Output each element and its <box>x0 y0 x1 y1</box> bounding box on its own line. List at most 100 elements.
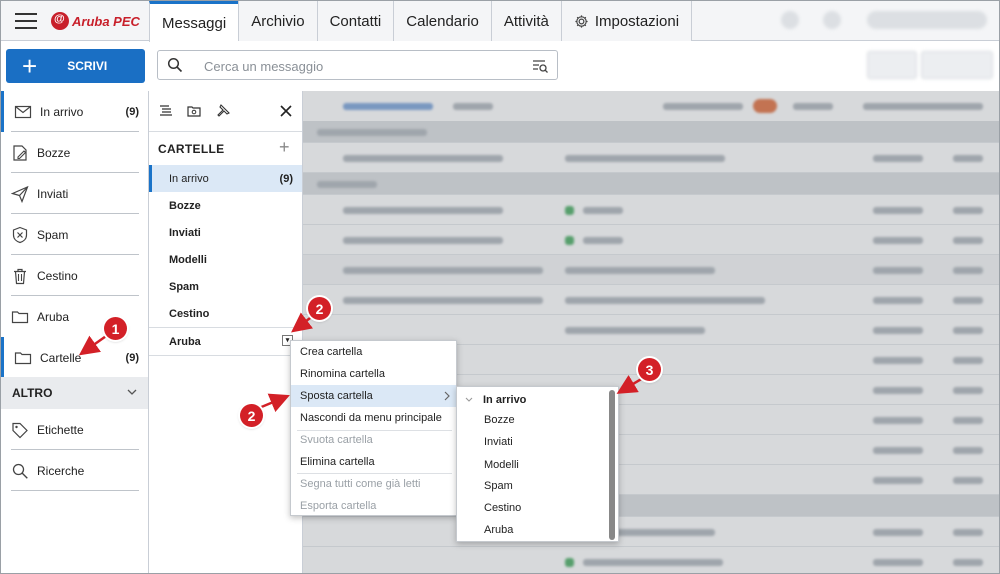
submenu-item-aruba[interactable]: Aruba <box>457 519 609 541</box>
sidebar-item-label: Aruba <box>37 309 70 324</box>
add-folder-button[interactable]: + <box>279 137 290 158</box>
sidebar-item-label: Etichette <box>37 422 84 437</box>
folder-item-inbox[interactable]: In arrivo (9) <box>149 165 302 192</box>
tab-archivio[interactable]: Archivio <box>238 1 317 41</box>
menu-item-rename-folder[interactable]: Rinomina cartella <box>291 363 456 385</box>
sidebar-item-sent[interactable]: Inviati <box>1 173 148 214</box>
sidebar-item-drafts[interactable]: Bozze <box>1 132 148 173</box>
sidebar-item-label: In arrivo <box>40 104 84 119</box>
callout-marker-3: 3 <box>638 358 661 381</box>
sidebar-item-folders[interactable]: Cartelle (9) <box>1 337 148 378</box>
search-input[interactable]: Cerca un messaggio <box>157 50 558 80</box>
folder-icon <box>14 351 32 364</box>
menu-item-move-folder[interactable]: Sposta cartella <box>291 385 456 407</box>
search-placeholder: Cerca un messaggio <box>204 59 324 74</box>
menu-item-create-folder[interactable]: Crea cartella <box>291 341 456 363</box>
blurred-top-icon <box>823 11 841 29</box>
folder-label: Aruba <box>169 335 201 348</box>
sidebar-item-label: Ricerche <box>37 463 85 478</box>
chevron-down-icon <box>465 397 473 402</box>
pin-icon[interactable] <box>216 104 230 118</box>
chevron-down-icon <box>127 389 137 395</box>
folders-toolbar <box>149 91 302 132</box>
envelope-icon <box>14 105 32 118</box>
unread-count: (9) <box>125 105 139 118</box>
folder-item-drafts[interactable]: Bozze <box>149 192 302 219</box>
menu-item-mark-all-read: Segna tutti come già letti <box>300 478 421 490</box>
tab-messaggi[interactable]: Messaggi <box>149 1 239 42</box>
sidebar-item-searches[interactable]: Ricerche <box>1 450 148 491</box>
move-folder-submenu: In arrivo Bozze Inviati Modelli Spam Ces… <box>456 386 619 542</box>
folder-label: In arrivo <box>169 172 209 185</box>
logo-seal-icon <box>51 12 69 30</box>
callout-marker-1: 1 <box>104 317 127 340</box>
compose-label: SCRIVI <box>67 59 108 73</box>
folder-item-templates[interactable]: Modelli <box>149 246 302 273</box>
submenu-item-inbox[interactable]: In arrivo <box>457 389 609 411</box>
send-icon <box>11 185 29 203</box>
app-window: Aruba PEC Messaggi Archivio Contatti Cal… <box>0 0 1000 574</box>
tab-contatti[interactable]: Contatti <box>316 1 394 41</box>
main-tabs: Messaggi Archivio Contatti Calendario At… <box>149 1 693 42</box>
advanced-search-icon[interactable] <box>531 57 549 75</box>
tag-icon <box>12 422 28 438</box>
app-logo: Aruba PEC <box>51 12 140 30</box>
list-view-icon[interactable] <box>159 104 173 118</box>
sidebar-item-spam[interactable]: Spam <box>1 214 148 255</box>
section-other-label: ALTRO <box>12 386 53 400</box>
search-icon <box>167 57 183 73</box>
folder-item-trash[interactable]: Cestino <box>149 300 302 327</box>
folders-panel: CARTELLE + In arrivo (9) Bozze Inviati M… <box>149 91 303 573</box>
add-folder-icon[interactable] <box>187 104 201 118</box>
folder-icon <box>11 310 29 323</box>
sidebar-item-label: Cartelle <box>40 350 82 365</box>
submenu-item-trash[interactable]: Cestino <box>457 497 609 519</box>
divider <box>11 490 139 491</box>
submenu-scrollbar[interactable] <box>609 390 615 540</box>
folder-item-aruba[interactable]: Aruba ▾ <box>149 328 302 355</box>
menu-item-empty-folder: Svuota cartella <box>300 434 373 446</box>
search-icon <box>12 463 28 479</box>
sidebar-item-labels[interactable]: Etichette <box>1 409 148 450</box>
menu-item-export-folder: Esporta cartella <box>300 500 377 512</box>
top-bar: Aruba PEC Messaggi Archivio Contatti Cal… <box>1 1 999 42</box>
folders-heading: CARTELLE <box>158 142 225 156</box>
hamburger-menu-icon[interactable] <box>15 13 37 29</box>
blurred-toolbar-button <box>921 51 993 79</box>
shield-icon <box>12 226 28 243</box>
submenu-item-spam[interactable]: Spam <box>457 475 609 497</box>
submenu-item-drafts[interactable]: Bozze <box>457 409 609 431</box>
folder-context-menu: Crea cartella Rinomina cartella Sposta c… <box>290 340 457 516</box>
draft-icon <box>13 144 27 161</box>
submenu-item-sent[interactable]: Inviati <box>457 431 609 453</box>
menu-item-delete-folder[interactable]: Elimina cartella <box>291 451 456 473</box>
tab-calendario[interactable]: Calendario <box>393 1 491 41</box>
sidebar-item-label: Cestino <box>37 268 78 283</box>
sidebar-item-trash[interactable]: Cestino <box>1 255 148 296</box>
submenu-item-templates[interactable]: Modelli <box>457 454 609 476</box>
chevron-right-icon <box>444 391 450 401</box>
callout-marker-2a: 2 <box>308 297 331 320</box>
folder-item-spam[interactable]: Spam <box>149 273 302 300</box>
trash-icon <box>14 268 26 284</box>
menu-item-label: Sposta cartella <box>300 390 373 402</box>
folder-item-sent[interactable]: Inviati <box>149 219 302 246</box>
sidebar-item-inbox[interactable]: In arrivo (9) <box>1 91 148 132</box>
close-icon[interactable] <box>279 104 293 118</box>
tab-attivita[interactable]: Attività <box>490 1 561 41</box>
tab-impostazioni-label: Impostazioni <box>594 12 680 30</box>
compose-button[interactable]: + SCRIVI <box>6 49 145 83</box>
unread-count: (9) <box>279 172 293 185</box>
section-other-header[interactable]: ALTRO <box>1 377 148 409</box>
sidebar-item-label: Inviati <box>37 186 69 201</box>
plus-icon: + <box>22 51 38 81</box>
sidebar-item-label: Bozze <box>37 145 71 160</box>
submenu-item-label: In arrivo <box>483 394 527 406</box>
blurred-account <box>867 11 987 29</box>
sidebar: In arrivo (9) Bozze Inviati Spam Cestino… <box>1 91 149 573</box>
callout-marker-2b: 2 <box>240 404 263 427</box>
blurred-toolbar-button <box>867 51 917 79</box>
logo-text: Aruba PEC <box>72 13 140 29</box>
tab-impostazioni[interactable]: Impostazioni <box>560 1 693 41</box>
menu-item-hide-folder[interactable]: Nascondi da menu principale <box>291 407 456 429</box>
